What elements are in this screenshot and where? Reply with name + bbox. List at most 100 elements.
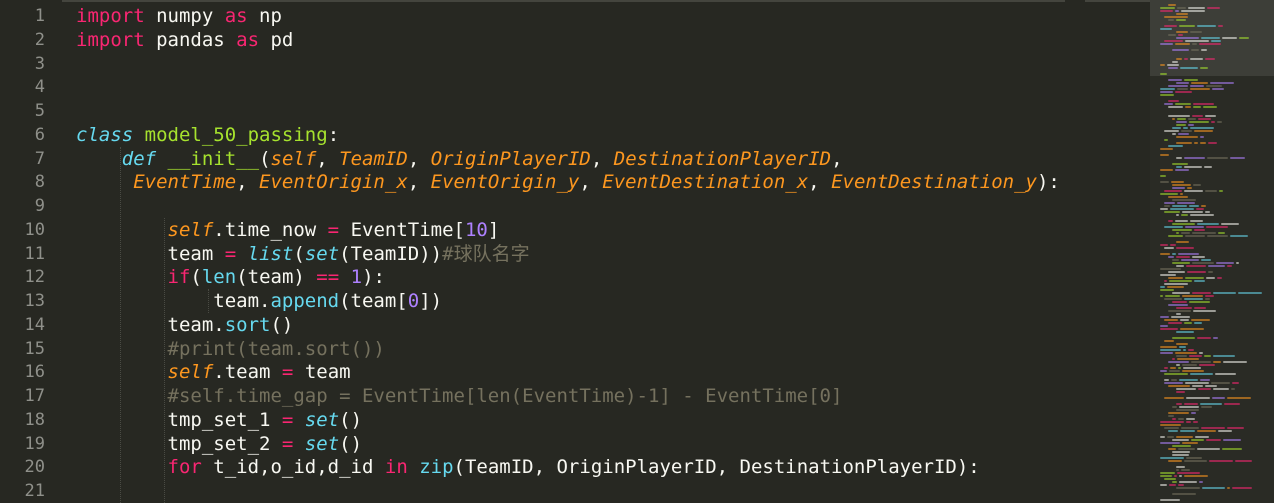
code-token: in <box>384 456 408 479</box>
minimap-line <box>1164 373 1188 375</box>
line-number: 10 <box>24 219 45 240</box>
minimap-line <box>1191 82 1208 84</box>
minimap-line <box>1164 283 1188 285</box>
code-token: () <box>339 432 363 455</box>
code-token: len <box>201 266 237 289</box>
minimap-line <box>1172 337 1195 339</box>
line-number: 11 <box>24 243 45 264</box>
minimap-line <box>1167 436 1174 438</box>
code-token: def <box>121 147 157 170</box>
minimap-line <box>1185 226 1204 228</box>
minimap-line <box>1175 10 1179 12</box>
minimap-line <box>1185 382 1209 384</box>
minimap-line <box>1164 382 1183 384</box>
minimap-line <box>1164 340 1174 342</box>
code-token: as <box>236 28 260 51</box>
minimap-line <box>1217 277 1222 279</box>
minimap-line <box>1164 205 1170 207</box>
minimap-line <box>1188 7 1205 9</box>
minimap-line <box>1160 457 1184 459</box>
minimap-line <box>1182 211 1203 213</box>
minimap-line <box>1191 361 1211 363</box>
minimap-line <box>1172 301 1187 303</box>
minimap-line <box>1230 235 1248 237</box>
minimap-line <box>1168 430 1178 432</box>
minimap-line <box>1160 181 1169 183</box>
line-number-gutter: 1 2 3 4 5 6 7 8 9 10 11 12 13 14 15 16 17 18 19 20 21 <box>0 0 62 503</box>
code-token: EventDestination_y <box>831 171 1037 194</box>
code-token: for <box>167 456 202 479</box>
minimap-line <box>1168 79 1182 81</box>
minimap-line <box>1190 58 1203 60</box>
minimap-line <box>1176 436 1193 438</box>
minimap-line <box>1192 115 1203 117</box>
minimap-line <box>1190 214 1214 216</box>
minimap-line <box>1200 379 1210 381</box>
minimap-line <box>1206 226 1228 228</box>
minimap-line <box>1172 133 1176 135</box>
minimap-line <box>1192 43 1197 45</box>
code-token: append <box>270 290 340 312</box>
minimap-line <box>1187 271 1206 273</box>
code-token: = <box>224 242 237 265</box>
code-token: sort <box>224 313 271 336</box>
minimap-line <box>1179 481 1197 483</box>
minimap-line <box>1160 325 1168 327</box>
code-token: tmp_set_1 <box>76 408 282 431</box>
code-token: set <box>304 408 340 431</box>
code-token: model_50_passing <box>144 123 328 146</box>
minimap-line <box>1178 133 1189 135</box>
code-token: self <box>167 218 214 241</box>
line-number: 7 <box>34 148 45 169</box>
minimap-line <box>1168 412 1189 414</box>
minimap-line <box>1172 445 1191 447</box>
code-token: EventDestination_x <box>602 171 809 194</box>
minimap-line <box>1236 262 1239 264</box>
minimap-line <box>1160 499 1180 501</box>
minimap-line <box>1227 397 1251 399</box>
minimap-line <box>1192 232 1216 234</box>
minimap-line <box>1186 418 1195 420</box>
minimap-line <box>1184 58 1188 60</box>
code-token: self <box>270 147 317 170</box>
minimap-line <box>1204 355 1211 357</box>
minimap-line <box>1192 256 1205 258</box>
minimap-line <box>1168 361 1189 363</box>
minimap-line <box>1172 187 1185 189</box>
minimap-line <box>1160 64 1165 66</box>
code-token: #self.time_gap = EventTime[len(EventTime… <box>167 385 843 407</box>
minimap-line <box>1181 130 1192 132</box>
minimap-line <box>1181 214 1188 216</box>
minimap-line <box>1191 412 1196 414</box>
minimap-line <box>1183 349 1186 351</box>
minimap-line <box>1186 421 1191 423</box>
minimap-line <box>1194 280 1205 282</box>
line-number: 3 <box>34 53 45 74</box>
minimap-line <box>1160 295 1163 297</box>
minimap-line <box>1179 475 1182 477</box>
minimap-line <box>1176 343 1188 345</box>
minimap-line <box>1179 25 1195 27</box>
minimap-line <box>1190 88 1210 90</box>
minimap-line <box>1184 475 1208 477</box>
minimap-line <box>1169 280 1192 282</box>
minimap-line <box>1172 493 1196 495</box>
line-number: 1 <box>34 6 45 26</box>
minimap[interactable] <box>1150 0 1274 503</box>
minimap-line <box>1160 328 1178 330</box>
code-editor[interactable]: import numpy as np import pandas as pd cla… <box>76 0 1146 503</box>
minimap-line <box>1196 208 1204 210</box>
code-token: import <box>76 28 145 51</box>
code-token: (TeamID, OriginPlayerID, DestinationPlay… <box>453 456 980 479</box>
minimap-line <box>1160 286 1165 288</box>
code-token: ]) <box>419 290 443 312</box>
minimap-line <box>1168 271 1185 273</box>
minimap-line <box>1218 232 1225 234</box>
minimap-line <box>1160 91 1173 93</box>
minimap-line <box>1179 346 1186 348</box>
minimap-line <box>1176 307 1192 309</box>
minimap-line <box>1190 85 1204 87</box>
